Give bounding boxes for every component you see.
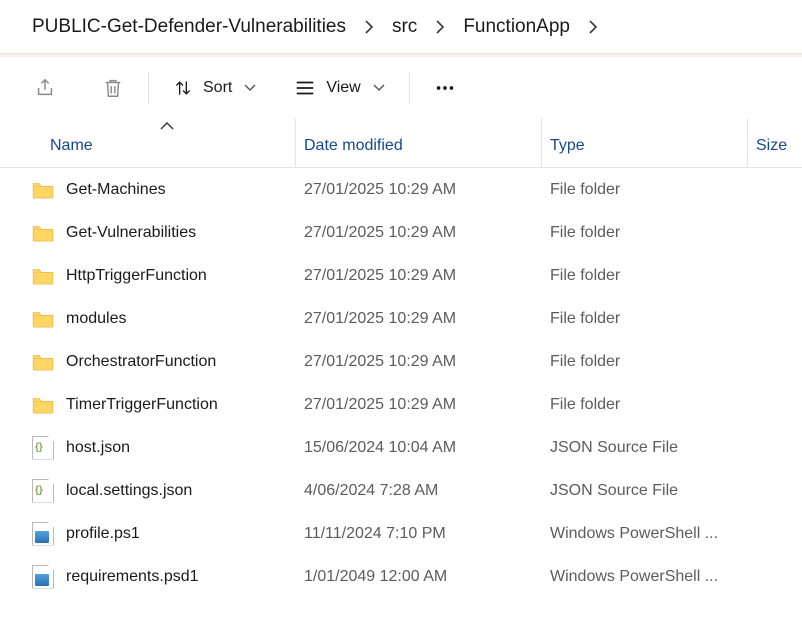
more-button[interactable] [424,71,466,105]
chevron-right-icon [588,20,598,34]
file-row[interactable]: OrchestratorFunction 27/01/2025 10:29 AMF… [0,340,802,383]
file-type: Windows PowerShell ... [542,525,748,543]
file-type: Windows PowerShell ... [542,568,748,586]
view-label: View [326,79,360,97]
file-row[interactable]: HttpTriggerFunction 27/01/2025 10:29 AMFi… [0,254,802,297]
powershell-file-icon [32,565,54,589]
file-list: Get-Machines27/01/2025 10:29 AMFile fold… [0,168,802,598]
file-name: modules [66,310,126,328]
column-header-type[interactable]: Type [542,118,748,167]
folder-icon [32,308,54,330]
breadcrumb-item-src[interactable]: src [390,12,419,42]
file-date: 27/01/2025 10:29 AM [296,353,542,371]
file-type: File folder [542,353,748,371]
file-type: File folder [542,267,748,285]
file-row[interactable]: profile.ps1 11/11/2024 7:10 PMWindows Pow… [0,512,802,555]
file-row[interactable]: Get-Vulnerabilities 27/01/2025 10:29 AMFi… [0,211,802,254]
file-name: Get-Machines [66,181,166,199]
toolbar: Sort View [0,54,802,118]
column-header-row: Name Date modified Type Size [0,118,802,168]
json-file-icon [32,436,54,460]
file-row[interactable]: local.settings.json 4/06/2024 7:28 AMJSON… [0,469,802,512]
share-button[interactable] [24,71,66,105]
file-row[interactable]: modules 27/01/2025 10:29 AMFile folder [0,297,802,340]
file-date: 1/01/2049 12:00 AM [296,568,542,586]
file-row[interactable]: TimerTriggerFunction 27/01/2025 10:29 AMF… [0,383,802,426]
chevron-down-icon [244,83,256,93]
file-name: Get-Vulnerabilities [66,224,196,242]
breadcrumb: PUBLIC-Get-Defender-Vulnerabilities src … [0,0,802,54]
view-button[interactable]: View [284,72,394,104]
folder-icon [32,222,54,244]
file-type: File folder [542,224,748,242]
column-header-size[interactable]: Size [748,118,802,167]
file-row[interactable]: host.json 15/06/2024 10:04 AMJSON Source … [0,426,802,469]
folder-icon [32,179,54,201]
file-type: File folder [542,396,748,414]
powershell-file-icon [32,522,54,546]
file-type: File folder [542,310,748,328]
folder-icon [32,351,54,373]
file-name: HttpTriggerFunction [66,267,207,285]
file-type: File folder [542,181,748,199]
file-name: TimerTriggerFunction [66,396,218,414]
file-date: 27/01/2025 10:29 AM [296,224,542,242]
file-row[interactable]: Get-Machines 27/01/2025 10:29 AMFile fold… [0,168,802,211]
file-type: JSON Source File [542,439,748,457]
file-row[interactable]: requirements.psd1 1/01/2049 12:00 AMWindo… [0,555,802,598]
column-header-date[interactable]: Date modified [296,118,542,167]
chevron-down-icon [373,83,385,93]
file-date: 27/01/2025 10:29 AM [296,181,542,199]
sort-label: Sort [203,79,232,97]
column-header-name[interactable]: Name [0,118,296,167]
breadcrumb-item-functionapp[interactable]: FunctionApp [461,12,572,42]
chevron-right-icon [435,20,445,34]
file-date: 15/06/2024 10:04 AM [296,439,542,457]
sort-button[interactable]: Sort [163,72,266,104]
file-name: requirements.psd1 [66,568,199,586]
delete-button[interactable] [92,71,134,105]
file-name: host.json [66,439,130,457]
file-name: OrchestratorFunction [66,353,216,371]
file-date: 27/01/2025 10:29 AM [296,396,542,414]
folder-icon [32,394,54,416]
file-type: JSON Source File [542,482,748,500]
file-date: 11/11/2024 7:10 PM [296,525,542,543]
json-file-icon [32,479,54,503]
toolbar-separator [148,72,149,104]
file-name: local.settings.json [66,482,192,500]
file-name: profile.ps1 [66,525,140,543]
chevron-right-icon [364,20,374,34]
folder-icon [32,265,54,287]
breadcrumb-item-root[interactable]: PUBLIC-Get-Defender-Vulnerabilities [30,12,348,42]
toolbar-separator [409,72,410,104]
file-date: 4/06/2024 7:28 AM [296,482,542,500]
file-date: 27/01/2025 10:29 AM [296,310,542,328]
sort-indicator-icon [160,118,174,135]
file-date: 27/01/2025 10:29 AM [296,267,542,285]
